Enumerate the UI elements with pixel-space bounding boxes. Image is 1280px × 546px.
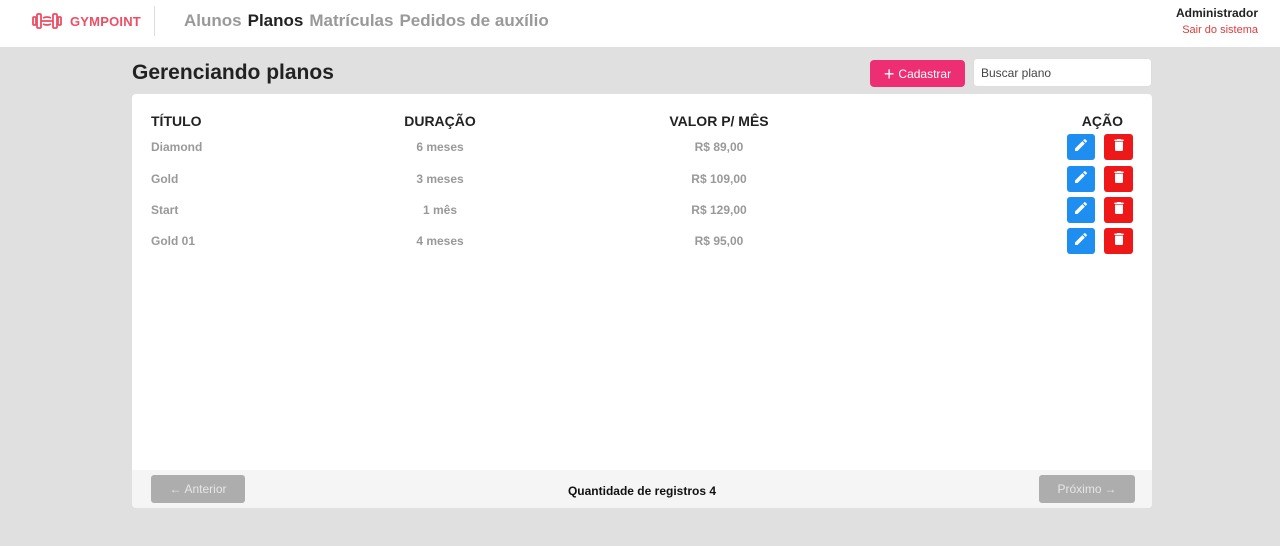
delete-button[interactable]: [1104, 134, 1133, 160]
plan-price: R$ 95,00: [694, 234, 744, 248]
pagination-bar: ← Anterior Quantidade de registros 4 Pró…: [132, 470, 1152, 508]
plan-duration: 6 meses: [416, 140, 464, 154]
next-page-label: Próximo: [1057, 482, 1102, 496]
nav-item-alunos[interactable]: Alunos: [184, 11, 242, 31]
plan-title: Gold 01: [151, 234, 196, 248]
plan-duration: 3 meses: [416, 172, 464, 186]
table-row: Start 1 mês R$ 129,00: [132, 197, 1152, 225]
edit-button[interactable]: [1067, 228, 1095, 254]
plan-duration: 4 meses: [416, 234, 464, 248]
plan-title: Start: [151, 203, 179, 217]
delete-button[interactable]: [1104, 197, 1133, 223]
column-header-title: TÍTULO: [151, 113, 202, 129]
user-name: Administrador: [1175, 6, 1258, 20]
pencil-icon: [1073, 200, 1089, 221]
column-header-duration: DURAÇÃO: [404, 113, 476, 129]
brand-divider: [154, 6, 155, 36]
table-row: Gold 01 4 meses R$ 95,00: [132, 228, 1152, 256]
add-plan-button[interactable]: + Cadastrar: [870, 60, 965, 87]
plan-title: Diamond: [151, 140, 203, 154]
plan-title: Gold: [151, 172, 179, 186]
dumbbell-icon: [32, 13, 62, 29]
main-nav: Alunos Planos Matrículas Pedidos de auxí…: [184, 11, 549, 31]
trash-icon: [1111, 199, 1127, 222]
delete-button[interactable]: [1104, 166, 1133, 192]
pencil-icon: [1073, 231, 1089, 252]
delete-button[interactable]: [1104, 228, 1133, 254]
table-row: Gold 3 meses R$ 109,00: [132, 166, 1152, 194]
next-page-button[interactable]: Próximo →: [1039, 475, 1135, 503]
pencil-icon: [1073, 137, 1089, 158]
brand-name: GYMPOINT: [70, 13, 141, 29]
edit-button[interactable]: [1067, 166, 1095, 192]
plans-table-card: TÍTULO DURAÇÃO VALOR P/ MÊS AÇÃO Diamond…: [132, 94, 1152, 508]
top-bar: GYMPOINT Alunos Planos Matrículas Pedido…: [0, 0, 1280, 47]
plan-price: R$ 89,00: [694, 140, 744, 154]
brand[interactable]: GYMPOINT: [32, 11, 141, 31]
add-plan-button-label: Cadastrar: [898, 66, 952, 81]
column-header-price: VALOR P/ MÊS: [669, 113, 769, 129]
pencil-icon: [1073, 169, 1089, 190]
plan-price: R$ 109,00: [691, 172, 747, 186]
search-input[interactable]: [973, 58, 1152, 87]
nav-item-planos[interactable]: Planos: [248, 11, 304, 31]
user-panel: Administrador Sair do sistema: [1176, 6, 1258, 36]
plan-duration: 1 mês: [422, 203, 458, 217]
column-header-action: AÇÃO: [1081, 113, 1123, 129]
trash-icon: [1111, 230, 1127, 253]
nav-item-pedidos-de-auxilio[interactable]: Pedidos de auxílio: [399, 11, 548, 31]
table-row: Diamond 6 meses R$ 89,00: [132, 134, 1152, 162]
edit-button[interactable]: [1067, 134, 1095, 160]
plan-price: R$ 129,00: [691, 203, 747, 217]
plus-icon: +: [883, 63, 895, 84]
edit-button[interactable]: [1067, 197, 1095, 223]
trash-icon: [1111, 168, 1127, 191]
logout-link[interactable]: Sair do sistema: [1176, 24, 1258, 36]
trash-icon: [1111, 136, 1127, 159]
page-title: Gerenciando planos: [132, 61, 334, 84]
nav-item-matriculas[interactable]: Matrículas: [309, 11, 393, 31]
record-count: Quantidade de registros 4: [567, 484, 717, 498]
arrow-right-icon: →: [1104, 482, 1117, 496]
